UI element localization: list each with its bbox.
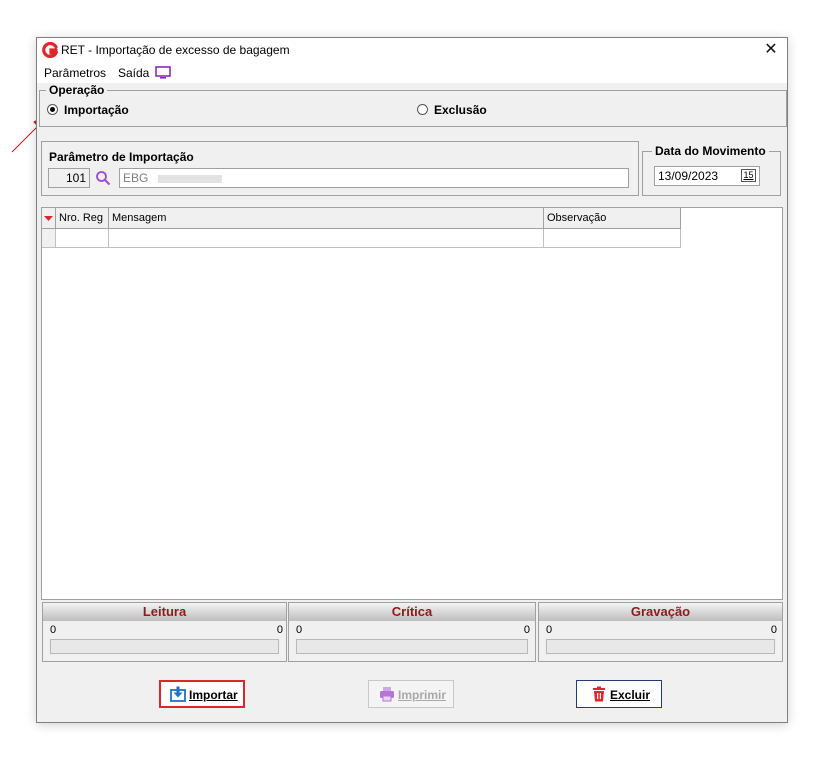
- grid-cell-nro-reg[interactable]: [56, 229, 109, 248]
- panel-gravacao: Gravação 0 0: [538, 602, 783, 662]
- calendar-icon[interactable]: 15: [741, 169, 756, 182]
- message-grid[interactable]: Nro. Reg Mensagem Observação: [41, 207, 783, 600]
- param-code-field[interactable]: 101: [48, 168, 90, 188]
- window-title: RET - Importação de excesso de bagagem: [61, 43, 290, 57]
- search-icon[interactable]: [95, 170, 111, 186]
- radio-importacao[interactable]: [47, 104, 58, 115]
- panel-gravacao-left: 0: [546, 624, 553, 636]
- main-window: RET - Importação de excesso de bagagem ✕…: [36, 37, 788, 723]
- grid-cell-observacao[interactable]: [544, 229, 681, 248]
- menu-saida[interactable]: Saída: [118, 66, 149, 80]
- movement-date-value: 13/09/2023: [658, 169, 719, 183]
- panel-gravacao-title: Gravação: [539, 603, 782, 621]
- panel-critica-title: Crítica: [289, 603, 535, 621]
- param-description-field[interactable]: EBG: [119, 168, 629, 188]
- title-bar: RET - Importação de excesso de bagagem ✕: [37, 38, 787, 62]
- delete-button-label: Excluir: [610, 688, 651, 702]
- radio-exclusao[interactable]: [417, 104, 428, 115]
- radio-importacao-label[interactable]: Importação: [64, 103, 129, 117]
- monitor-icon[interactable]: [155, 66, 171, 79]
- panel-gravacao-right: 0: [770, 624, 777, 636]
- sort-arrow-icon: [44, 216, 53, 221]
- grid-header-observacao[interactable]: Observação: [544, 208, 681, 229]
- import-button-label: Importar: [189, 688, 238, 702]
- operation-group: [39, 90, 787, 127]
- print-button[interactable]: Imprimir: [368, 680, 454, 708]
- grid-row-indicator: [42, 229, 56, 248]
- movement-date-legend: Data do Movimento: [652, 144, 769, 158]
- printer-icon: [380, 687, 394, 702]
- grid-header-mensagem[interactable]: Mensagem: [109, 208, 544, 229]
- panel-critica: Crítica 0 0: [288, 602, 536, 662]
- panel-leitura-progress: [50, 639, 279, 654]
- app-logo-icon: [42, 42, 58, 58]
- grid-indicator-header: [42, 208, 56, 229]
- panel-leitura-right: 0: [276, 624, 283, 636]
- panel-critica-left: 0: [296, 624, 303, 636]
- menu-bar: Parâmetros Saída: [37, 62, 787, 83]
- trash-icon: [593, 686, 605, 702]
- print-button-label: Imprimir: [398, 688, 447, 702]
- import-param-legend: Parâmetro de Importação: [46, 150, 197, 164]
- panel-leitura: Leitura 0 0: [42, 602, 287, 662]
- import-icon: [170, 686, 186, 702]
- calendar-day: 15: [743, 170, 754, 180]
- delete-button[interactable]: Excluir: [576, 680, 662, 708]
- panel-critica-right: 0: [523, 624, 530, 636]
- panel-leitura-left: 0: [50, 624, 57, 636]
- panel-leitura-title: Leitura: [43, 603, 286, 621]
- grid-header-nro-reg[interactable]: Nro. Reg: [56, 208, 109, 229]
- import-button[interactable]: Importar: [159, 680, 245, 708]
- menu-parametros[interactable]: Parâmetros: [44, 66, 106, 80]
- operation-legend: Operação: [46, 83, 108, 97]
- param-description-text: EBG: [123, 171, 149, 185]
- panel-gravacao-progress: [546, 639, 775, 654]
- radio-exclusao-label[interactable]: Exclusão: [434, 103, 487, 117]
- grid-cell-mensagem[interactable]: [109, 229, 544, 248]
- redacted-text-icon: [157, 174, 222, 183]
- panel-critica-progress: [296, 639, 528, 654]
- close-icon[interactable]: ✕: [761, 40, 781, 60]
